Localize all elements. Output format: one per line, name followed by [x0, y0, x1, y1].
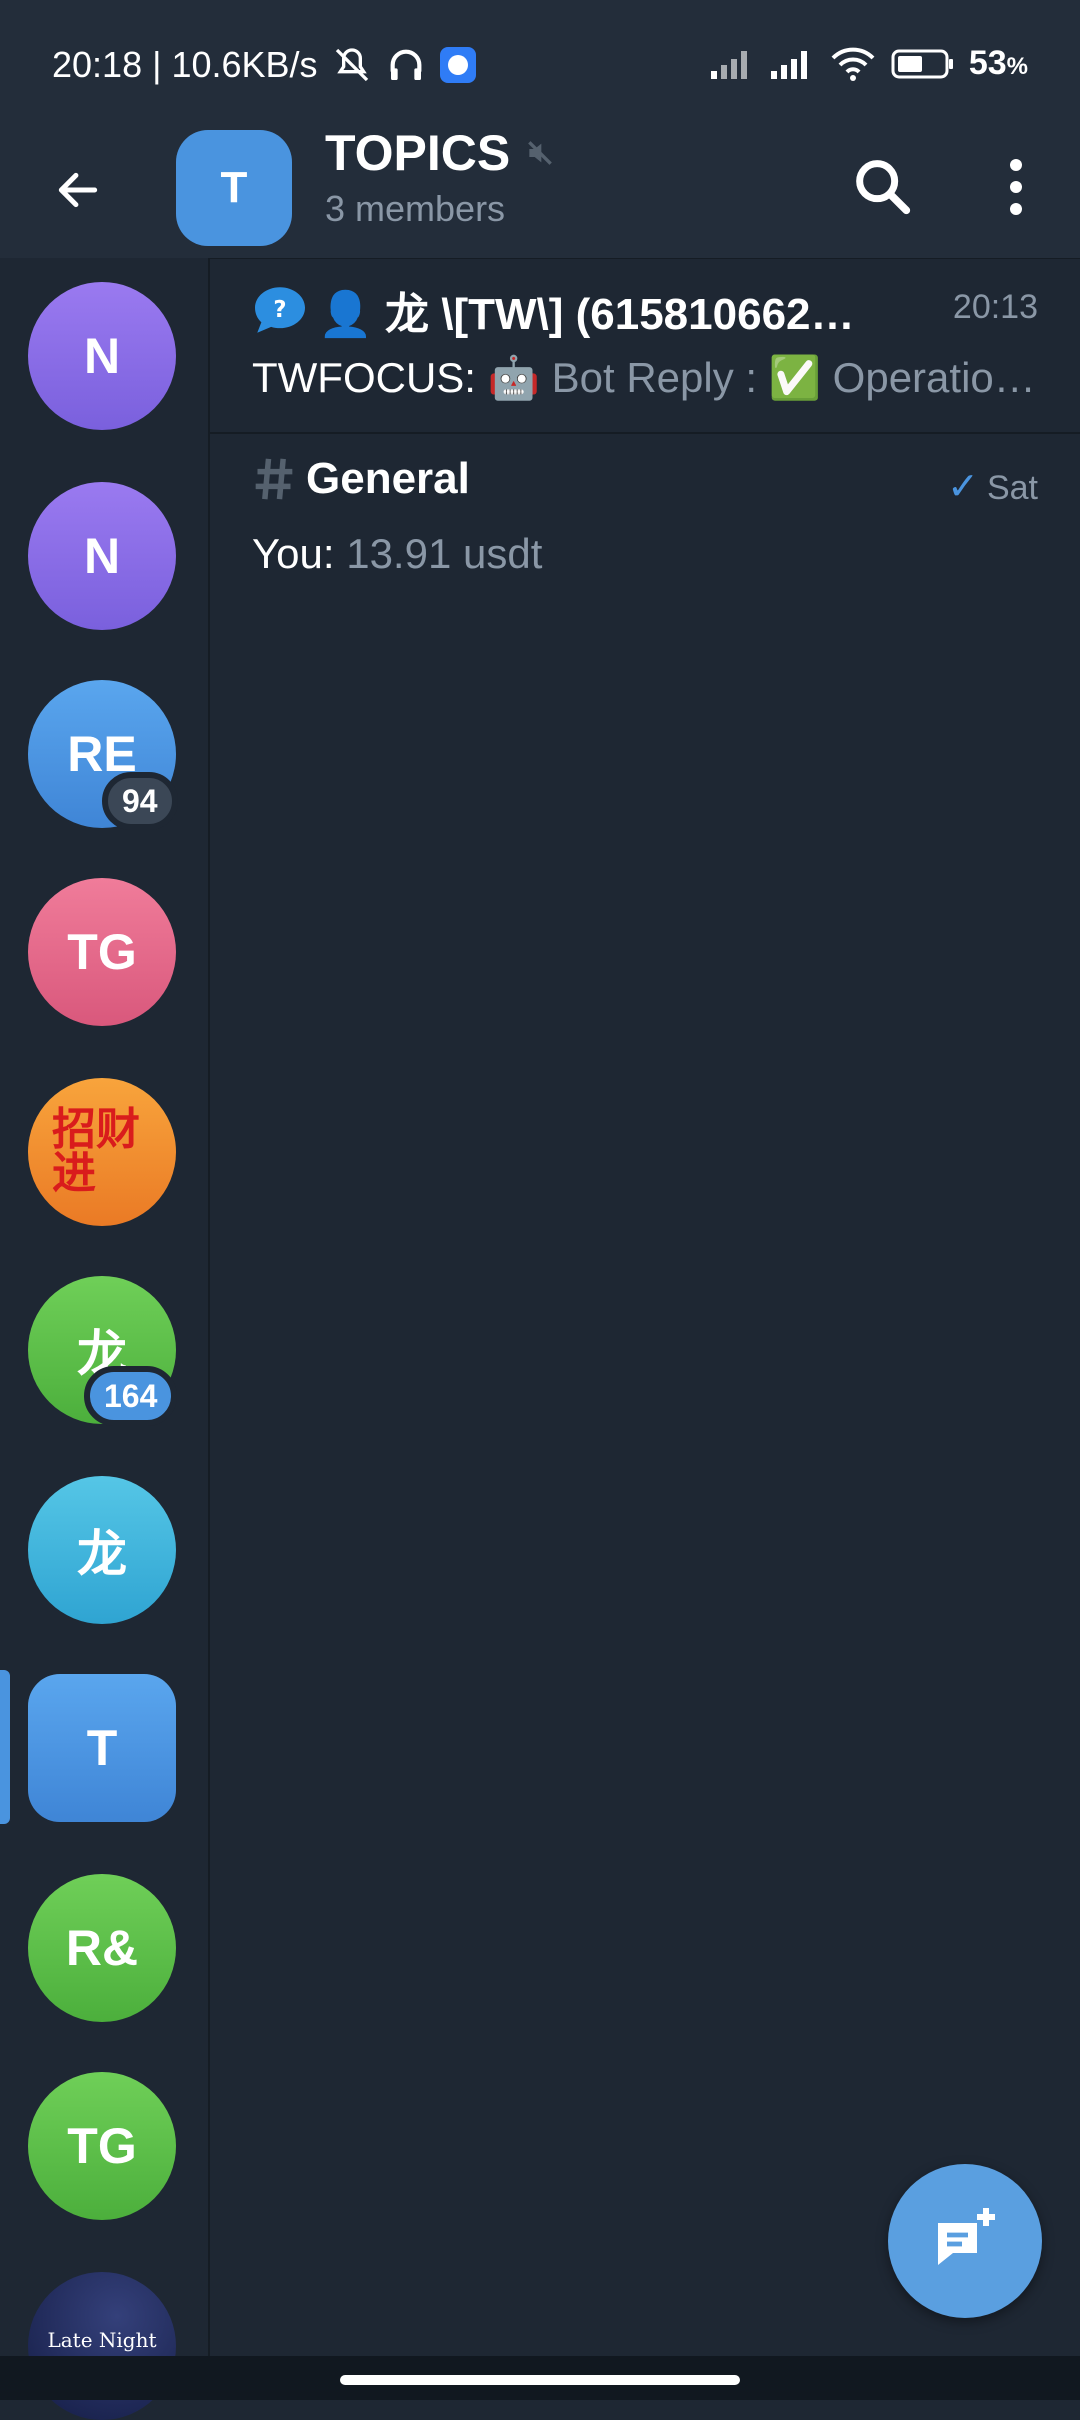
hashtag-icon	[255, 458, 293, 500]
topic-time: ✓ Sat	[947, 466, 1038, 508]
chat-avatar[interactable]: R&	[28, 1874, 176, 2022]
topic-icon: ?	[255, 287, 305, 333]
preview-text: 13.91 usdt	[346, 530, 543, 577]
dot	[1010, 181, 1022, 193]
headphones-icon	[390, 49, 421, 80]
arrow-left-icon	[58, 172, 98, 208]
selected-indicator	[0, 1670, 10, 1824]
status-bar: 20:18 | 10.6KB/s 53%	[0, 0, 1080, 130]
group-title-text: TOPICS	[325, 125, 511, 181]
muted-speaker-icon	[528, 141, 553, 165]
battery-level: 53	[968, 44, 1007, 82]
chat-avatar[interactable]: N	[28, 482, 176, 630]
preview-sender: You:	[252, 530, 335, 577]
chat-avatar[interactable]: 龙	[28, 1476, 176, 1624]
preview-sender: TWFOCUS:	[252, 354, 476, 401]
chat-avatar-selected[interactable]: T	[28, 1674, 176, 1822]
svg-text:?: ?	[273, 297, 286, 323]
unread-badge: 164	[84, 1366, 178, 1426]
signal-icon-2	[770, 50, 807, 79]
topic-row[interactable]: General ✓ Sat You: 13.91 usdt	[210, 434, 1080, 594]
members-count: 3 members	[325, 188, 506, 229]
chat-avatar[interactable]: TG	[28, 2072, 176, 2220]
topic-preview: You: 13.91 usdt	[252, 530, 542, 578]
chat-sidebar[interactable]: N N RE 94 TG 招财进 龙 164 龙 T R& TG Late Ni…	[0, 258, 210, 2420]
topic-time: 20:13	[952, 288, 1038, 326]
chat-avatar[interactable]: N	[28, 282, 176, 430]
signal-icon	[710, 50, 747, 79]
new-topic-button[interactable]	[888, 2164, 1042, 2318]
search-icon	[856, 160, 911, 215]
topic-title: General	[252, 454, 470, 504]
preview-text: 🤖 Bot Reply : ✅ Operatio…	[487, 354, 1036, 401]
dot	[1010, 203, 1022, 215]
topic-preview: TWFOCUS: 🤖 Bot Reply : ✅ Operatio…	[252, 354, 1036, 403]
home-indicator[interactable]	[340, 2375, 740, 2385]
topic-row[interactable]: ? 👤 龙 \[TW\] (615810662… 20:13 TWFOCUS: …	[210, 258, 1080, 434]
unread-badge: 94	[102, 772, 178, 830]
back-button[interactable]	[40, 152, 116, 228]
group-title[interactable]: TOPICS	[325, 124, 556, 182]
search-button[interactable]	[848, 152, 918, 222]
avatar-logo-text: 招财进	[52, 1105, 140, 1198]
topic-title: ? 👤 龙 \[TW\] (615810662…	[252, 278, 855, 342]
group-avatar[interactable]: T	[176, 130, 292, 246]
battery-icon	[891, 49, 953, 78]
wifi-icon	[831, 47, 875, 81]
chat-avatar[interactable]: 招财进	[28, 1078, 176, 1226]
compose-topic-icon	[938, 2208, 995, 2265]
chat-header: T TOPICS 3 members	[0, 125, 1080, 259]
messenger-icon	[439, 47, 476, 83]
battery-unit: %	[1006, 53, 1028, 80]
more-options-button[interactable]	[986, 152, 1046, 222]
status-time-speed: 20:18 | 10.6KB/s	[52, 44, 318, 85]
chat-avatar[interactable]: TG	[28, 878, 176, 1026]
muted-bell-icon	[335, 48, 368, 82]
read-check-icon: ✓	[947, 466, 979, 508]
dot	[1010, 159, 1022, 171]
system-nav-bar	[0, 2356, 1080, 2400]
